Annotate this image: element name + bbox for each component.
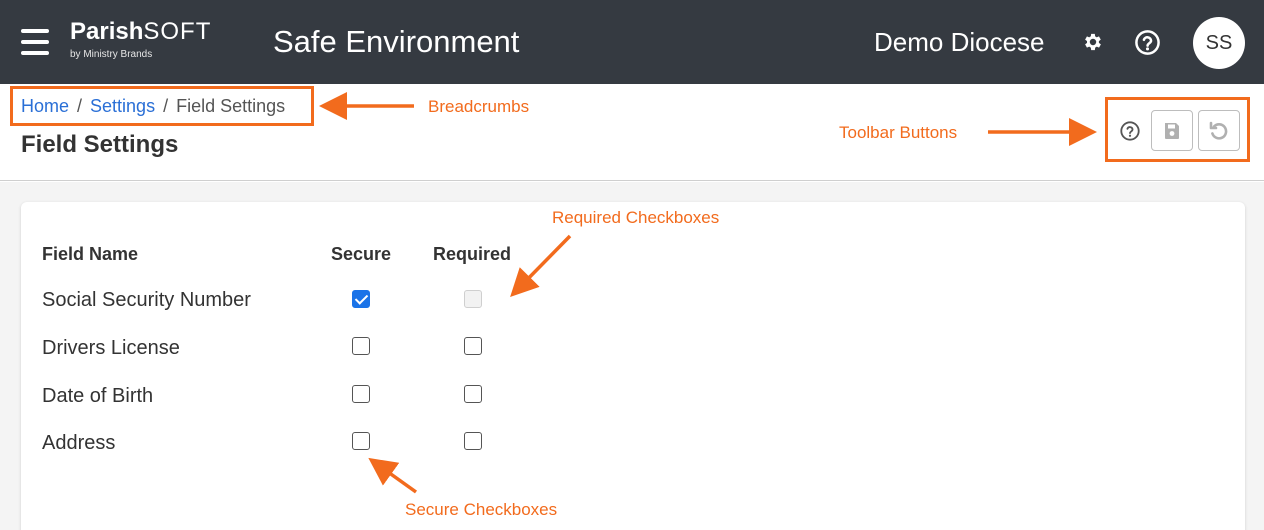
column-header-field-name: Field Name bbox=[42, 244, 139, 264]
column-header-required: Required bbox=[433, 244, 512, 264]
top-navbar: ParishSOFT by Ministry Brands Safe Envir… bbox=[0, 0, 1264, 84]
avatar[interactable]: SS bbox=[1193, 17, 1245, 69]
breadcrumb-settings[interactable]: Settings bbox=[90, 96, 155, 116]
required-checkbox-ssn[interactable] bbox=[464, 290, 482, 308]
diocese-name[interactable]: Demo Diocese bbox=[874, 27, 1045, 58]
help-icon[interactable] bbox=[1119, 120, 1141, 142]
breadcrumb: Home / Settings / Field Settings bbox=[21, 96, 285, 117]
app-title: Safe Environment bbox=[273, 24, 520, 59]
secure-checkbox-drivers-license[interactable] bbox=[352, 337, 370, 355]
field-settings-card bbox=[21, 202, 1245, 530]
secure-checkbox-ssn[interactable] bbox=[352, 290, 370, 308]
save-button[interactable] bbox=[1151, 110, 1193, 151]
breadcrumb-current: Field Settings bbox=[176, 96, 286, 116]
row-label-drivers-license: Drivers License bbox=[42, 337, 180, 359]
breadcrumb-home[interactable]: Home bbox=[21, 96, 69, 116]
row-label-ssn: Social Security Number bbox=[42, 289, 251, 311]
page-title: Field Settings bbox=[21, 131, 179, 158]
page-header: Home / Settings / Field Settings Field Setti… bbox=[0, 84, 1264, 181]
menu-icon[interactable] bbox=[21, 29, 49, 55]
annotation-secure: Secure Checkboxes bbox=[405, 500, 558, 519]
required-checkbox-address[interactable] bbox=[464, 432, 482, 450]
help-icon[interactable] bbox=[1134, 29, 1161, 56]
row-label-date-of-birth: Date of Birth bbox=[42, 385, 154, 407]
breadcrumb-separator: / bbox=[163, 96, 169, 116]
save-icon bbox=[1165, 122, 1179, 139]
annotation-breadcrumbs: Breadcrumbs bbox=[428, 97, 530, 116]
undo-button[interactable] bbox=[1198, 110, 1240, 151]
annotation-toolbar: Toolbar Buttons bbox=[839, 123, 958, 142]
row-label-address: Address bbox=[42, 432, 116, 454]
gear-icon[interactable] bbox=[1082, 31, 1104, 53]
secure-checkbox-address[interactable] bbox=[352, 432, 370, 450]
breadcrumb-separator: / bbox=[77, 96, 83, 116]
logo-subtitle: by Ministry Brands bbox=[70, 49, 153, 60]
logo-wordmark: ParishSOFT bbox=[70, 18, 212, 45]
secure-checkbox-date-of-birth[interactable] bbox=[352, 385, 370, 403]
required-checkbox-drivers-license[interactable] bbox=[464, 337, 482, 355]
required-checkbox-date-of-birth[interactable] bbox=[464, 385, 482, 403]
parishsoft-logo[interactable]: ParishSOFT by Ministry Brands bbox=[70, 18, 240, 68]
undo-icon bbox=[1209, 121, 1228, 140]
annotation-required: Required Checkboxes bbox=[552, 208, 720, 227]
column-header-secure: Secure bbox=[331, 244, 392, 264]
